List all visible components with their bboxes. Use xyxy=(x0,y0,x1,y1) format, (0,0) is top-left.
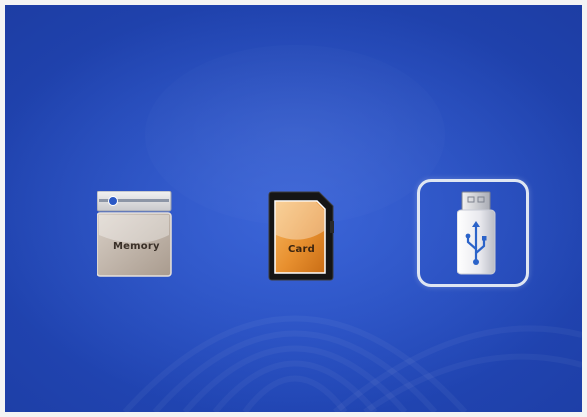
card-label: Card xyxy=(288,244,315,255)
usb-drive-icon xyxy=(457,191,496,275)
memory-option[interactable]: Memory xyxy=(96,190,173,277)
sd-card-icon xyxy=(268,191,334,281)
memory-label: Memory xyxy=(113,241,160,252)
memory-icon xyxy=(96,190,172,277)
display-screen: Memory Card xyxy=(5,5,582,412)
card-option[interactable]: Card xyxy=(267,191,337,281)
usb-option[interactable] xyxy=(417,179,529,287)
